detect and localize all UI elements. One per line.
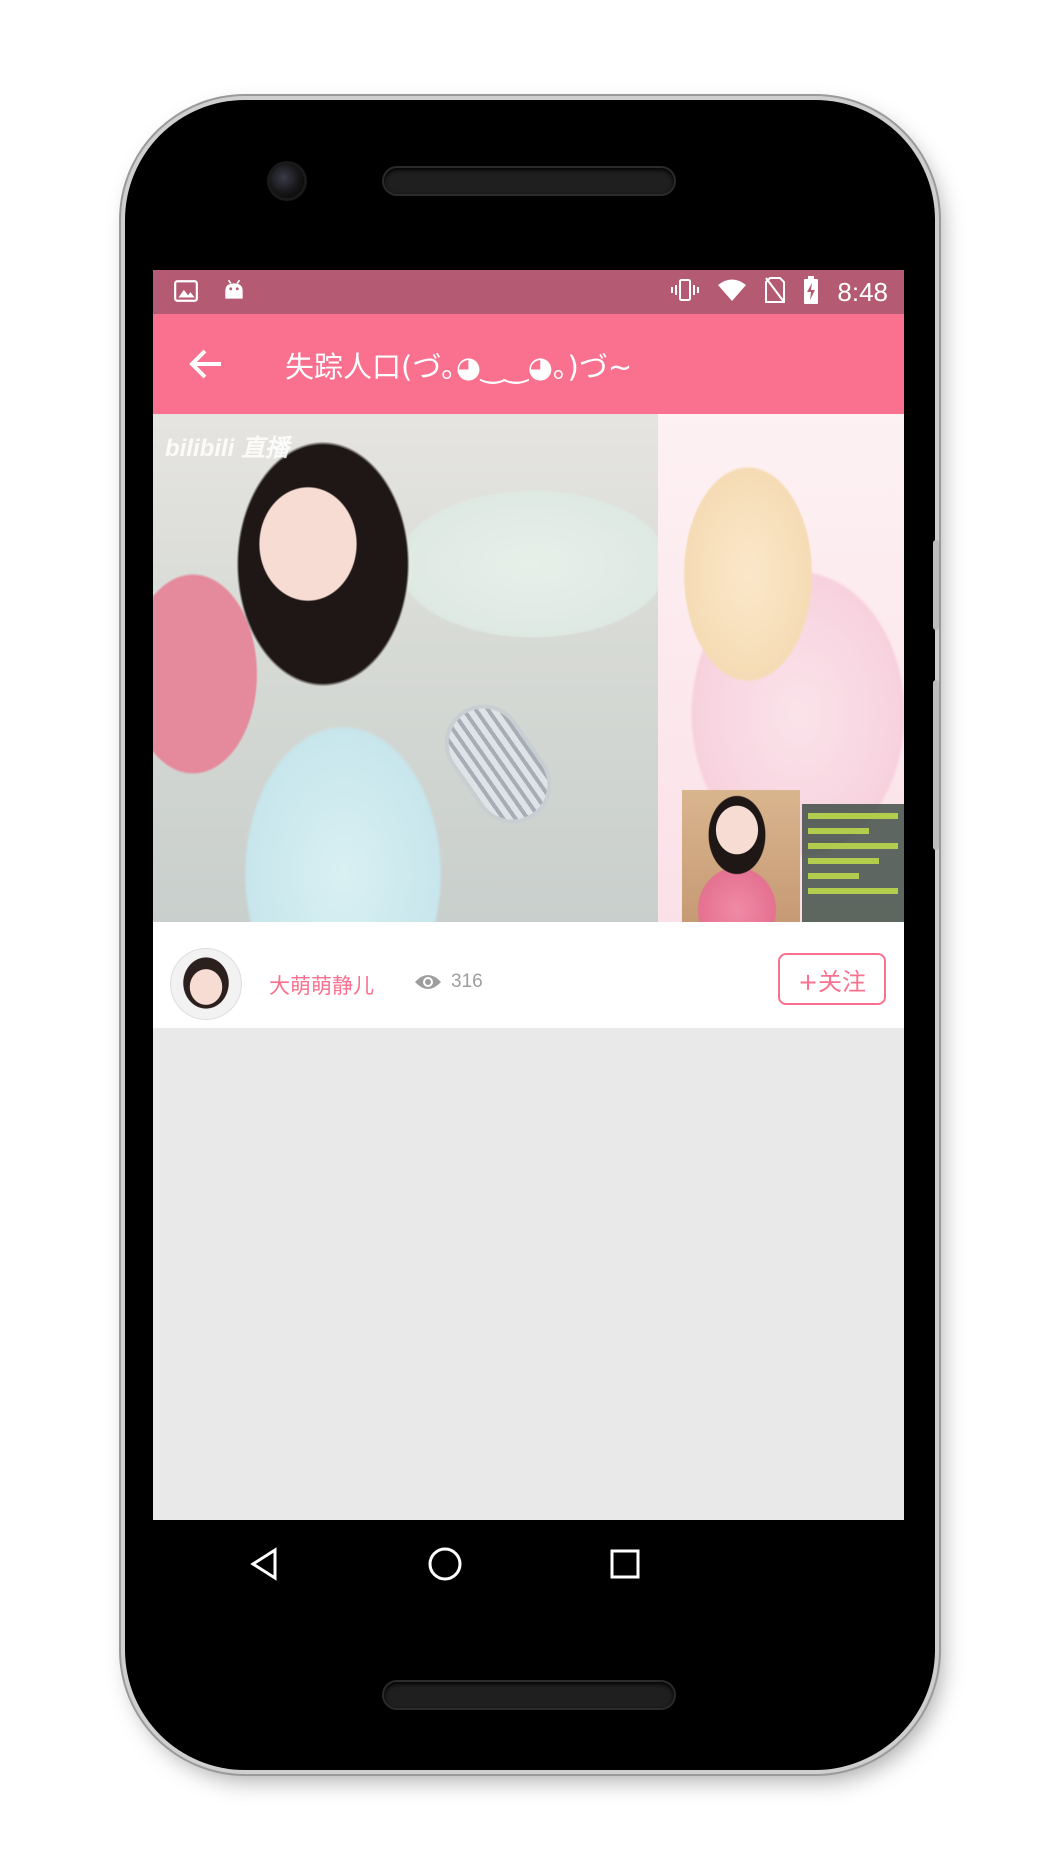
bilibili-live-logo: bilibili 直播 [165, 435, 289, 462]
microphone-graphic [434, 694, 562, 834]
cover-main-camera [153, 414, 658, 922]
nav-home-button[interactable] [423, 1542, 467, 1586]
eye-icon [414, 972, 442, 996]
front-camera [270, 164, 304, 198]
stream-cover-image[interactable]: bilibili 直播 [153, 414, 904, 922]
nav-recents-button[interactable] [603, 1542, 647, 1586]
streamer-name[interactable]: 大萌萌静儿 [269, 970, 374, 1000]
screen: 8:48 失踪人口(づ｡◕‿‿◕｡)づ~ bilibili 直播 大萌萌静儿 3… [153, 270, 904, 1520]
cover-pip-video [682, 790, 800, 922]
vibrate-icon [671, 277, 700, 307]
home-circle-icon [428, 1547, 462, 1581]
arrow-back-icon [189, 349, 221, 379]
follow-button[interactable]: +关注 [778, 953, 886, 1005]
cover-anime-panel [658, 414, 904, 922]
avatar[interactable] [171, 949, 241, 1019]
top-speaker [384, 168, 674, 194]
cover-chat-overlay [802, 804, 904, 922]
status-bar: 8:48 [153, 270, 904, 314]
power-button [933, 680, 939, 850]
nav-back-button[interactable] [243, 1542, 287, 1586]
status-time: 8:48 [837, 276, 888, 307]
volume-button [933, 540, 939, 630]
content-area [153, 1028, 904, 1520]
image-icon [173, 278, 199, 308]
recents-square-icon [610, 1549, 640, 1579]
no-sim-icon [765, 277, 786, 307]
streamer-info-row: 大萌萌静儿 316 +关注 [153, 922, 904, 1028]
battery-charging-icon [803, 276, 819, 308]
navigation-bar [153, 1520, 904, 1606]
toolbar: 失踪人口(づ｡◕‿‿◕｡)づ~ [153, 314, 904, 414]
bottom-speaker [384, 1682, 674, 1708]
view-count: 316 [451, 971, 483, 992]
android-icon [221, 278, 247, 308]
back-button[interactable] [183, 340, 231, 388]
back-triangle-icon [250, 1547, 277, 1581]
wifi-icon [717, 278, 747, 306]
page-title: 失踪人口(づ｡◕‿‿◕｡)づ~ [285, 350, 633, 384]
